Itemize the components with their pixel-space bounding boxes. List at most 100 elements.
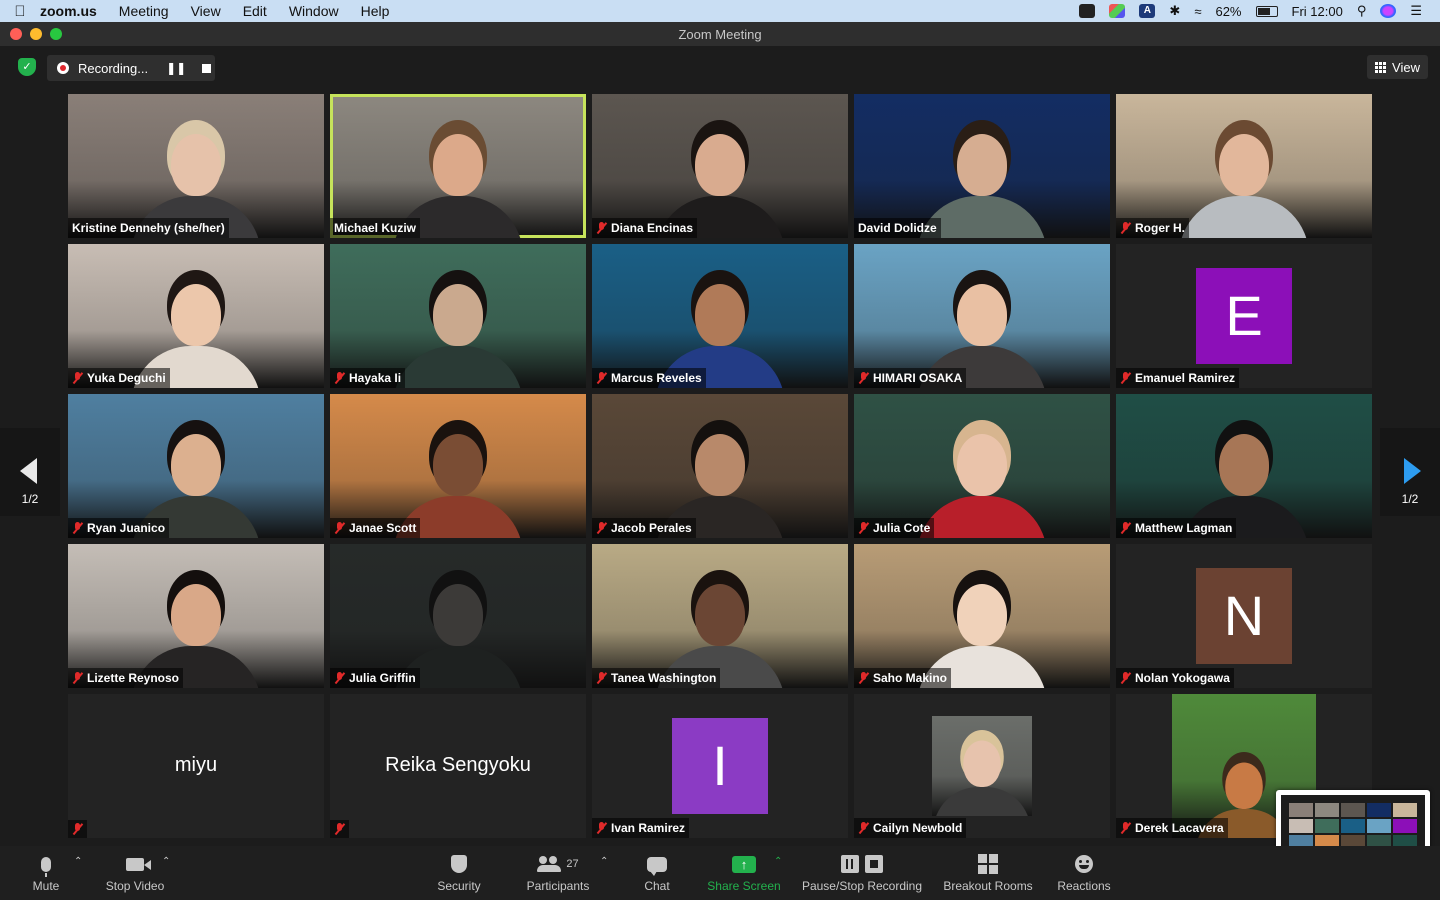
- security-shield-icon: [451, 855, 467, 873]
- participant-tile[interactable]: N Nolan Yokogawa: [1116, 544, 1372, 688]
- participant-tile[interactable]: Hayaka Ii: [330, 244, 586, 388]
- video-options-caret-icon[interactable]: ⌃: [162, 856, 170, 867]
- zoom-window-button[interactable]: [50, 28, 62, 40]
- thumbnail-tile: [1289, 819, 1313, 833]
- pause-stop-recording-button[interactable]: Pause/Stop Recording: [798, 846, 926, 900]
- audio-options-caret-icon[interactable]: ⌃: [74, 856, 82, 867]
- pause-recording-button[interactable]: ❚❚: [166, 61, 186, 75]
- participant-name: Ivan Ramirez: [611, 821, 686, 835]
- input-source-icon[interactable]: A: [1139, 4, 1156, 18]
- participants-options-caret-icon[interactable]: ⌃: [600, 856, 608, 867]
- battery-icon[interactable]: [1255, 5, 1278, 17]
- color-picker-icon[interactable]: [1109, 4, 1126, 18]
- participant-tile[interactable]: David Dolidze: [854, 94, 1110, 238]
- participant-name: Julia Griffin: [349, 671, 416, 685]
- thumbnail-tile: [1393, 819, 1417, 833]
- muted-microphone-icon: [72, 823, 83, 835]
- notification-center-icon[interactable]: ☰: [1410, 3, 1422, 19]
- breakout-rooms-icon: [978, 854, 998, 874]
- share-options-caret-icon[interactable]: ⌃: [774, 856, 782, 867]
- participant-tile[interactable]: Jacob Perales: [592, 394, 848, 538]
- participant-name: David Dolidze: [858, 221, 937, 235]
- arrow-left-icon: [19, 458, 37, 484]
- minimize-window-button[interactable]: [30, 28, 42, 40]
- participant-name: Diana Encinas: [611, 221, 694, 235]
- muted-microphone-icon: [334, 823, 345, 835]
- participant-tile[interactable]: Yuka Deguchi: [68, 244, 324, 388]
- recording-label: Recording...: [78, 60, 149, 76]
- security-button[interactable]: Security: [428, 846, 490, 900]
- spotlight-search-icon[interactable]: ⚲: [1357, 3, 1367, 19]
- participant-tile[interactable]: I Ivan Ramirez: [592, 694, 848, 838]
- stop-icon: [865, 855, 883, 873]
- zoom-status-icon[interactable]: [1079, 4, 1096, 18]
- participant-name: Janae Scott: [349, 521, 417, 535]
- participant-tile[interactable]: Saho Makino: [854, 544, 1110, 688]
- next-page-button[interactable]: 1/2: [1380, 428, 1440, 516]
- participant-tile[interactable]: Marcus Reveles: [592, 244, 848, 388]
- participant-tile[interactable]: miyu: [68, 694, 324, 838]
- share-screen-button[interactable]: ↑ Share Screen: [702, 846, 786, 900]
- participant-nameplate: Emanuel Ramirez: [1116, 368, 1240, 388]
- muted-microphone-icon: [1120, 522, 1131, 534]
- participant-tile[interactable]: Kristine Dennehy (she/her): [68, 94, 324, 238]
- participant-tile[interactable]: Ryan Juanico: [68, 394, 324, 538]
- meeting-controls-toolbar: Mute ⌃ Stop Video ⌃ Security 27 Particip…: [0, 846, 1440, 900]
- siri-icon[interactable]: [1380, 4, 1397, 18]
- stop-video-button[interactable]: Stop Video: [96, 846, 174, 900]
- chat-button[interactable]: Chat: [636, 846, 678, 900]
- menu-app-name[interactable]: zoom.us: [40, 3, 97, 19]
- menubar-clock[interactable]: Fri 12:00: [1292, 4, 1343, 19]
- participant-nameplate: Roger H.: [1116, 218, 1190, 238]
- participant-tile[interactable]: E Emanuel Ramirez: [1116, 244, 1372, 388]
- recording-indicator: Recording... ❚❚: [47, 55, 215, 81]
- participants-count: 27: [566, 858, 579, 870]
- menu-window[interactable]: Window: [289, 3, 339, 19]
- participant-tile[interactable]: Reika Sengyoku: [330, 694, 586, 838]
- bluetooth-icon[interactable]: ✱: [1169, 3, 1180, 19]
- participant-tile[interactable]: Roger H.: [1116, 94, 1372, 238]
- thumbnail-tile: [1367, 803, 1391, 817]
- arrow-right-icon: [1403, 458, 1421, 484]
- participant-nameplate: Ryan Juanico: [68, 518, 170, 538]
- pause-stop-recording-label: Pause/Stop Recording: [801, 879, 923, 893]
- participant-nameplate: Julia Cote: [854, 518, 935, 538]
- participant-tile[interactable]: Julia Cote: [854, 394, 1110, 538]
- participant-tile[interactable]: Janae Scott: [330, 394, 586, 538]
- wifi-icon[interactable]: ≈: [1194, 4, 1201, 19]
- menu-edit[interactable]: Edit: [243, 3, 267, 19]
- reactions-button[interactable]: Reactions: [1054, 846, 1114, 900]
- participant-name: Jacob Perales: [611, 521, 692, 535]
- participant-tile[interactable]: Diana Encinas: [592, 94, 848, 238]
- menu-help[interactable]: Help: [361, 3, 390, 19]
- stop-recording-button[interactable]: [202, 63, 212, 73]
- menu-view[interactable]: View: [191, 3, 221, 19]
- view-button[interactable]: View: [1367, 55, 1428, 79]
- participant-tile[interactable]: Michael Kuziw: [330, 94, 586, 238]
- apple-icon[interactable]: : [0, 3, 40, 20]
- participant-tile[interactable]: Cailyn Newbold: [854, 694, 1110, 838]
- encryption-shield-icon[interactable]: ✓: [18, 58, 36, 76]
- breakout-rooms-label: Breakout Rooms: [943, 879, 1033, 893]
- participant-display-name: Reika Sengyoku: [385, 754, 531, 776]
- breakout-rooms-button[interactable]: Breakout Rooms: [940, 846, 1036, 900]
- participant-tile[interactable]: Matthew Lagman: [1116, 394, 1372, 538]
- previous-page-button[interactable]: 1/2: [0, 428, 60, 516]
- participant-nameplate: Diana Encinas: [592, 218, 698, 238]
- close-window-button[interactable]: [10, 28, 22, 40]
- menu-meeting[interactable]: Meeting: [119, 3, 169, 19]
- participant-video: [917, 428, 1047, 538]
- participant-nameplate: Saho Makino: [854, 668, 952, 688]
- participants-button[interactable]: 27 Participants: [518, 846, 598, 900]
- participant-tile[interactable]: Julia Griffin: [330, 544, 586, 688]
- stop-video-label: Stop Video: [105, 879, 165, 893]
- participant-tile[interactable]: HIMARI OSAKA: [854, 244, 1110, 388]
- participant-video: [933, 736, 1031, 816]
- participant-tile[interactable]: Lizette Reynoso: [68, 544, 324, 688]
- muted-microphone-icon: [334, 372, 345, 384]
- participant-nameplate: Lizette Reynoso: [68, 668, 184, 688]
- participant-tile[interactable]: Tanea Washington: [592, 544, 848, 688]
- chat-bubble-icon: [647, 856, 667, 876]
- mute-button[interactable]: Mute: [18, 846, 74, 900]
- participant-video: [393, 278, 523, 388]
